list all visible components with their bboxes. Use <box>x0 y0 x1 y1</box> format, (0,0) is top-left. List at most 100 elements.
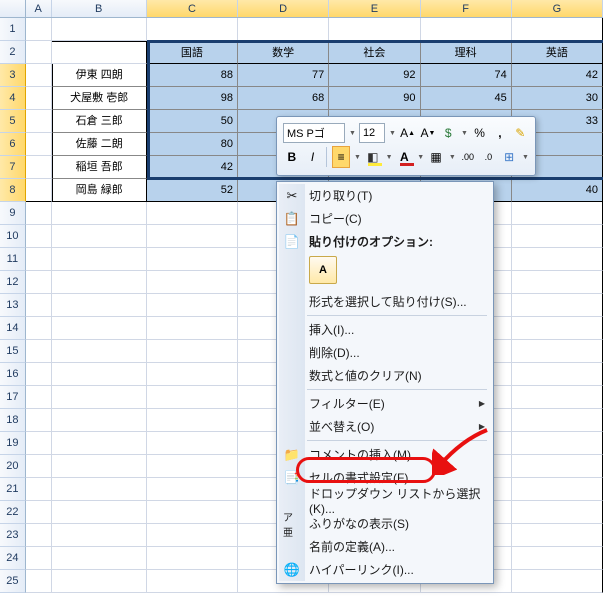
menu-delete[interactable]: 削除(D)... <box>279 341 491 364</box>
merge-dropdown-icon[interactable]: ▼ <box>522 154 529 161</box>
align-dropdown-icon[interactable]: ▼ <box>354 154 361 161</box>
borders-dropdown-icon[interactable]: ▼ <box>449 154 456 161</box>
cell-A18[interactable] <box>26 409 52 432</box>
cell-B24[interactable] <box>52 547 147 570</box>
col-header-C[interactable]: C <box>147 0 238 17</box>
row-header-24[interactable]: 24 <box>0 547 26 570</box>
row-header-9[interactable]: 9 <box>0 202 26 225</box>
cell-B7[interactable]: 稲垣 吾郎 <box>52 156 147 179</box>
cell-G20[interactable] <box>512 455 603 478</box>
row-header-11[interactable]: 11 <box>0 248 26 271</box>
col-header-E[interactable]: E <box>329 0 420 17</box>
cell-F3[interactable]: 74 <box>421 64 512 87</box>
row-header-15[interactable]: 15 <box>0 340 26 363</box>
cell-A23[interactable] <box>26 524 52 547</box>
cell-G22[interactable] <box>512 501 603 524</box>
col-header-B[interactable]: B <box>52 0 147 17</box>
row-header-22[interactable]: 22 <box>0 501 26 524</box>
accounting-format-icon[interactable]: $ <box>440 122 457 144</box>
row-header-10[interactable]: 10 <box>0 225 26 248</box>
cell-A2[interactable] <box>26 41 52 64</box>
cell-G2[interactable]: 英語 <box>512 41 603 64</box>
size-dropdown-icon[interactable]: ▼ <box>389 130 396 137</box>
row-header-8[interactable]: 8 <box>0 179 26 202</box>
cell-C14[interactable] <box>147 317 238 340</box>
cell-D2[interactable]: 数学 <box>238 41 329 64</box>
comma-icon[interactable]: , <box>491 122 508 144</box>
cell-C22[interactable] <box>147 501 238 524</box>
menu-sort[interactable]: 並べ替え(O) <box>279 415 491 438</box>
cell-F4[interactable]: 45 <box>421 87 512 110</box>
cell-C1[interactable] <box>147 18 238 41</box>
cell-G10[interactable] <box>512 225 603 248</box>
cell-A5[interactable] <box>26 110 52 133</box>
menu-define-name[interactable]: 名前の定義(A)... <box>279 535 491 558</box>
row-header-17[interactable]: 17 <box>0 386 26 409</box>
menu-cut[interactable]: ✂ 切り取り(T) <box>279 184 491 207</box>
cell-C9[interactable] <box>147 202 238 225</box>
cell-C13[interactable] <box>147 294 238 317</box>
cell-G17[interactable] <box>512 386 603 409</box>
row-header-23[interactable]: 23 <box>0 524 26 547</box>
cell-G16[interactable] <box>512 363 603 386</box>
row-header-13[interactable]: 13 <box>0 294 26 317</box>
cell-A11[interactable] <box>26 248 52 271</box>
cell-D4[interactable]: 68 <box>238 87 329 110</box>
cell-G4[interactable]: 30 <box>512 87 603 110</box>
decrease-font-icon[interactable]: A▼ <box>419 122 436 144</box>
col-header-G[interactable]: G <box>512 0 603 17</box>
cell-G18[interactable] <box>512 409 603 432</box>
cell-A16[interactable] <box>26 363 52 386</box>
cell-G23[interactable] <box>512 524 603 547</box>
cell-C25[interactable] <box>147 570 238 593</box>
cell-G13[interactable] <box>512 294 603 317</box>
cell-A19[interactable] <box>26 432 52 455</box>
cell-C16[interactable] <box>147 363 238 386</box>
cell-A20[interactable] <box>26 455 52 478</box>
cell-A9[interactable] <box>26 202 52 225</box>
cell-G12[interactable] <box>512 271 603 294</box>
merge-icon[interactable]: ⊞ <box>500 146 518 168</box>
cell-A15[interactable] <box>26 340 52 363</box>
cell-B2[interactable] <box>52 41 147 64</box>
cell-A12[interactable] <box>26 271 52 294</box>
cell-B19[interactable] <box>52 432 147 455</box>
cell-B16[interactable] <box>52 363 147 386</box>
cell-C3[interactable]: 88 <box>147 64 238 87</box>
menu-filter[interactable]: フィルター(E) <box>279 392 491 415</box>
row-header-21[interactable]: 21 <box>0 478 26 501</box>
row-header-19[interactable]: 19 <box>0 432 26 455</box>
cell-B6[interactable]: 佐藤 二朗 <box>52 133 147 156</box>
col-header-F[interactable]: F <box>421 0 512 17</box>
accounting-dropdown-icon[interactable]: ▼ <box>461 130 468 137</box>
cell-C12[interactable] <box>147 271 238 294</box>
menu-insert-comment[interactable]: 📁 コメントの挿入(M) <box>279 443 491 466</box>
cell-G8[interactable]: 40 <box>512 179 603 202</box>
cell-G3[interactable]: 42 <box>512 64 603 87</box>
cell-D1[interactable] <box>238 18 329 41</box>
cell-G21[interactable] <box>512 478 603 501</box>
increase-font-icon[interactable]: A▲ <box>399 122 416 144</box>
row-header-25[interactable]: 25 <box>0 570 26 593</box>
cell-B8[interactable]: 岡島 緑郎 <box>52 179 147 202</box>
cell-D3[interactable]: 77 <box>238 64 329 87</box>
font-dropdown-icon[interactable]: ▼ <box>349 130 356 137</box>
col-header-A[interactable]: A <box>26 0 52 17</box>
cell-A8[interactable] <box>26 179 52 202</box>
cell-C11[interactable] <box>147 248 238 271</box>
cell-G15[interactable] <box>512 340 603 363</box>
row-header-20[interactable]: 20 <box>0 455 26 478</box>
italic-icon[interactable]: I <box>304 146 322 168</box>
fill-color-icon[interactable]: ◧ <box>364 146 382 168</box>
cell-F1[interactable] <box>421 18 512 41</box>
cell-C7[interactable]: 42 <box>147 156 238 179</box>
cell-C18[interactable] <box>147 409 238 432</box>
fill-dropdown-icon[interactable]: ▼ <box>386 154 393 161</box>
cell-A21[interactable] <box>26 478 52 501</box>
cell-G9[interactable] <box>512 202 603 225</box>
row-header-1[interactable]: 1 <box>0 18 26 41</box>
cell-C6[interactable]: 80 <box>147 133 238 156</box>
cell-B10[interactable] <box>52 225 147 248</box>
cell-E3[interactable]: 92 <box>329 64 420 87</box>
cell-A24[interactable] <box>26 547 52 570</box>
